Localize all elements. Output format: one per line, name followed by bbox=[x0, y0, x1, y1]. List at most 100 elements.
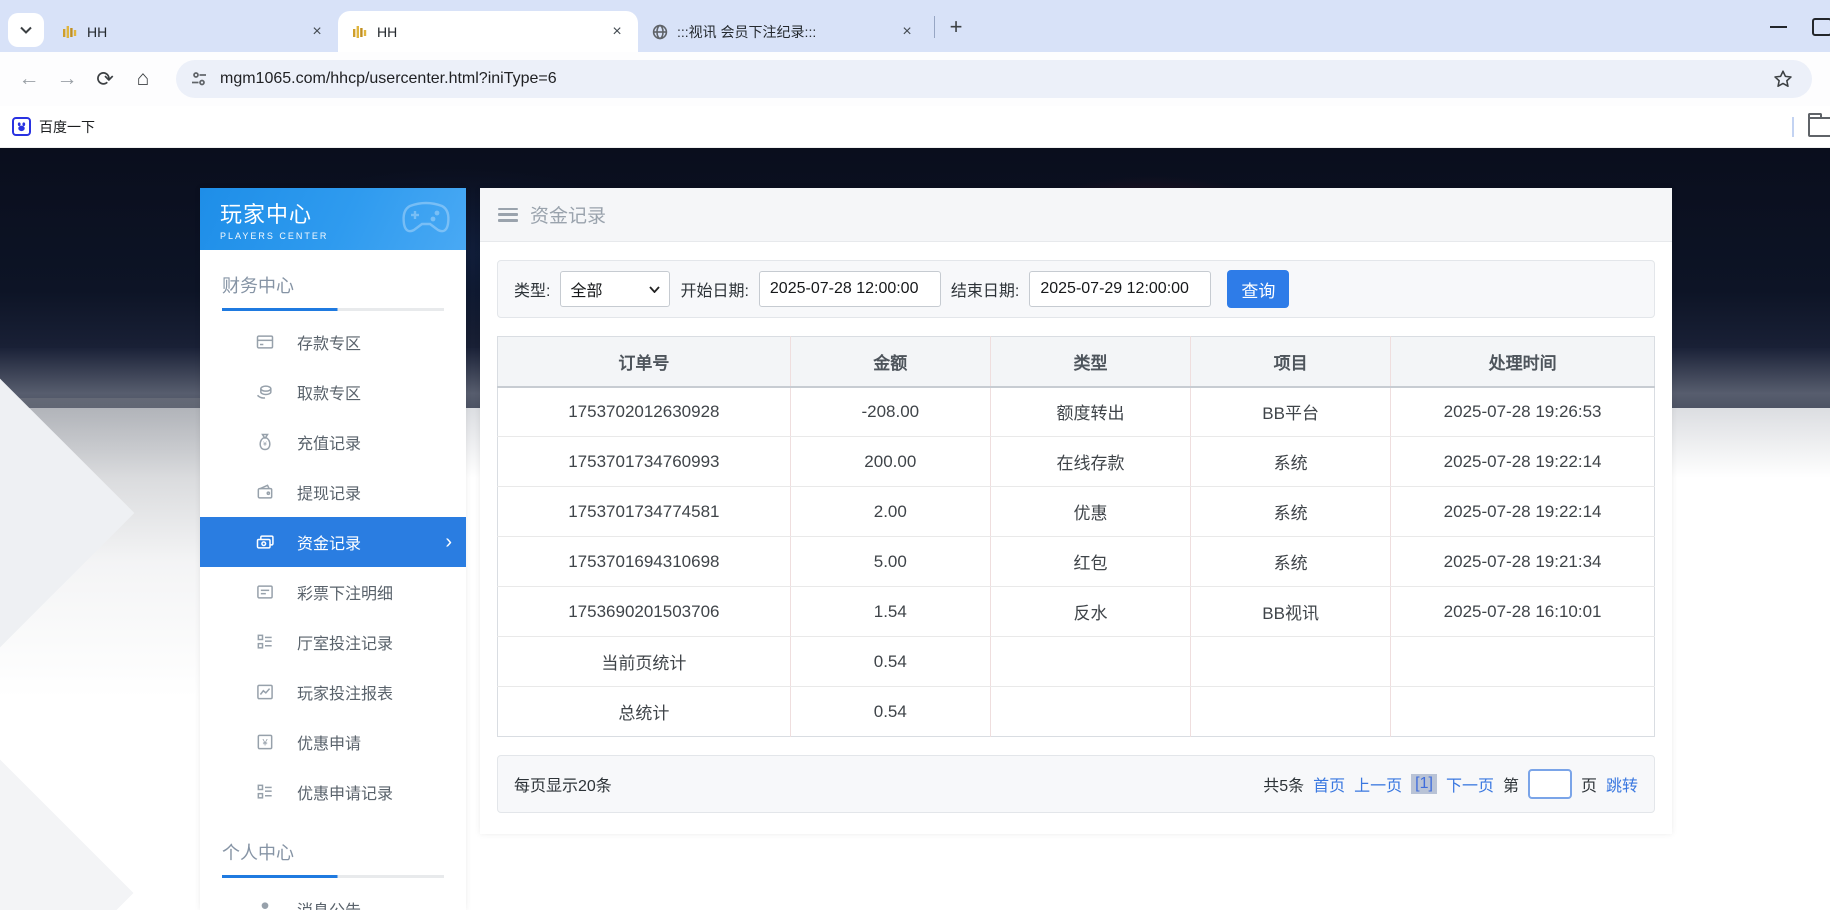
sidebar-item-deposit[interactable]: 存款专区 bbox=[200, 317, 466, 367]
chevron-right-icon: › bbox=[445, 531, 452, 554]
sidebar-item-label: 优惠申请记录 bbox=[297, 780, 393, 804]
tab-title: HH bbox=[87, 24, 297, 40]
cell-type: 反水 bbox=[990, 587, 1190, 637]
reload-button[interactable]: ⟳ bbox=[86, 60, 124, 98]
summary-label: 总统计 bbox=[498, 687, 791, 737]
col-type: 类型 bbox=[990, 337, 1190, 387]
decor-triangle bbox=[0, 745, 133, 910]
table-row: 1753701734760993 200.00 在线存款 系统 2025-07-… bbox=[498, 437, 1655, 487]
tab-video-records[interactable]: :::视讯 会员下注纪录::: × bbox=[638, 11, 928, 52]
sidebar-item-promo-apply[interactable]: ¥ 优惠申请 bbox=[200, 717, 466, 767]
forward-button[interactable]: → bbox=[48, 60, 86, 98]
sidebar-item-hall-bets[interactable]: 厅室投注记录 bbox=[200, 617, 466, 667]
promo-icon: ¥ bbox=[255, 732, 275, 752]
new-tab-button[interactable]: + bbox=[941, 12, 971, 42]
first-page-link[interactable]: 首页 bbox=[1313, 772, 1345, 796]
sidebar-item-withdraw[interactable]: 取款专区 bbox=[200, 367, 466, 417]
wallet-icon bbox=[255, 482, 275, 502]
sidebar-item-cashout-records[interactable]: 提现记录 bbox=[200, 467, 466, 517]
type-select[interactable]: 全部 bbox=[560, 271, 670, 307]
person-icon bbox=[255, 899, 275, 910]
sidebar-item-label: 厅室投注记录 bbox=[297, 630, 393, 654]
url-bar[interactable]: mgm1065.com/hhcp/usercenter.html?iniType… bbox=[176, 60, 1812, 98]
bookmarks-bar: 百度一下 bbox=[0, 106, 1830, 148]
jump-button[interactable]: 跳转 bbox=[1606, 772, 1638, 796]
deposit-icon bbox=[255, 332, 275, 352]
sidebar-item-messages[interactable]: 消息公告 bbox=[200, 884, 466, 910]
total-count: 共5条 bbox=[1263, 772, 1304, 796]
start-date-input[interactable] bbox=[759, 271, 941, 307]
cell-type: 红包 bbox=[990, 537, 1190, 587]
bookmarks-divider bbox=[1792, 117, 1794, 137]
page-size-text: 每页显示20条 bbox=[514, 772, 612, 796]
minimize-button[interactable] bbox=[1756, 11, 1802, 41]
cell-amount: 5.00 bbox=[790, 537, 990, 587]
sidebar-item-label: 消息公告 bbox=[297, 897, 361, 910]
gold-site-favicon bbox=[352, 24, 368, 40]
cell-amount: -208.00 bbox=[790, 387, 990, 437]
search-button[interactable]: 查询 bbox=[1227, 270, 1289, 308]
sidebar-item-funds-records[interactable]: 资金记录 › bbox=[200, 517, 466, 567]
sidebar-item-player-report[interactable]: 玩家投注报表 bbox=[200, 667, 466, 717]
tab-search-button[interactable] bbox=[8, 13, 44, 47]
cell-amount: 1.54 bbox=[790, 587, 990, 637]
banknotes-icon bbox=[255, 532, 275, 552]
tab-close-icon[interactable]: × bbox=[306, 21, 328, 43]
cell-type: 在线存款 bbox=[990, 437, 1190, 487]
table-row: 1753701734774581 2.00 优惠 系统 2025-07-28 1… bbox=[498, 487, 1655, 537]
list-icon bbox=[255, 632, 275, 652]
end-date-label: 结束日期: bbox=[951, 277, 1019, 301]
browser-window: HH × HH × :::视讯 会员下注纪录::: × + ← → ⟳ ⌂ mg… bbox=[0, 0, 1830, 910]
section-underline bbox=[222, 875, 444, 878]
cell-time: 2025-07-28 16:10:01 bbox=[1391, 587, 1655, 637]
sidebar-item-label: 资金记录 bbox=[297, 530, 361, 554]
bookmark-baidu[interactable]: 百度一下 bbox=[12, 117, 95, 137]
table-header-row: 订单号 金额 类型 项目 处理时间 bbox=[498, 337, 1655, 387]
table-row: 1753690201503706 1.54 反水 BB视讯 2025-07-28… bbox=[498, 587, 1655, 637]
other-bookmarks-folder-icon[interactable] bbox=[1808, 117, 1830, 137]
sidebar-item-label: 充值记录 bbox=[297, 430, 361, 454]
cell-type: 额度转出 bbox=[990, 387, 1190, 437]
summary-amount: 0.54 bbox=[790, 637, 990, 687]
sidebar-item-recharge-records[interactable]: ¥ 充值记录 bbox=[200, 417, 466, 467]
section-title-finance: 财务中心 bbox=[200, 250, 466, 308]
site-settings-icon[interactable] bbox=[190, 70, 208, 88]
next-page-link[interactable]: 下一页 bbox=[1446, 772, 1494, 796]
tab-close-icon[interactable]: × bbox=[606, 21, 628, 43]
tab-hh-1[interactable]: HH × bbox=[48, 11, 338, 52]
gamepad-icon bbox=[400, 198, 452, 236]
page-jump-input[interactable] bbox=[1528, 769, 1572, 799]
home-button[interactable]: ⌂ bbox=[124, 60, 162, 98]
summary-amount: 0.54 bbox=[790, 687, 990, 737]
cell-time: 2025-07-28 19:26:53 bbox=[1391, 387, 1655, 437]
cell-order: 1753701734760993 bbox=[498, 437, 791, 487]
cell-type: 优惠 bbox=[990, 487, 1190, 537]
tab-hh-2-active[interactable]: HH × bbox=[338, 11, 638, 52]
type-select-value: 全部 bbox=[570, 277, 602, 301]
page-title: 资金记录 bbox=[530, 201, 606, 228]
bookmarks-bar-right bbox=[1792, 117, 1818, 137]
end-date-input[interactable] bbox=[1029, 271, 1211, 307]
tab-close-icon[interactable]: × bbox=[896, 21, 918, 43]
player-center-sidebar: 玩家中心 PLAYERS CENTER 财务中心 存款专区 取款专区 ¥ 充值记… bbox=[200, 188, 466, 910]
summary-row-total: 总统计 0.54 bbox=[498, 687, 1655, 737]
sidebar-item-lottery-bets[interactable]: 彩票下注明细 bbox=[200, 567, 466, 617]
funds-records-panel: 资金记录 类型: 全部 开始日期: 结束日期: 查询 bbox=[480, 188, 1672, 834]
prev-page-link[interactable]: 上一页 bbox=[1354, 772, 1402, 796]
tab-title: :::视讯 会员下注纪录::: bbox=[677, 22, 887, 42]
chevron-down-icon bbox=[649, 286, 660, 293]
sidebar-item-promo-records[interactable]: 优惠申请记录 bbox=[200, 767, 466, 817]
list-icon bbox=[255, 782, 275, 802]
sidebar-logo: 玩家中心 PLAYERS CENTER bbox=[200, 188, 466, 250]
browser-toolbar: ← → ⟳ ⌂ mgm1065.com/hhcp/usercenter.html… bbox=[0, 52, 1830, 106]
menu-toggle-icon[interactable] bbox=[498, 208, 518, 222]
maximize-button[interactable] bbox=[1802, 11, 1830, 41]
back-button[interactable]: ← bbox=[10, 60, 48, 98]
filter-bar: 类型: 全部 开始日期: 结束日期: 查询 bbox=[497, 260, 1655, 318]
cell-project: 系统 bbox=[1191, 487, 1391, 537]
bookmark-star-icon[interactable] bbox=[1772, 66, 1798, 92]
moneybag-icon: ¥ bbox=[255, 432, 275, 452]
chart-icon bbox=[255, 682, 275, 702]
sidebar-item-label: 玩家投注报表 bbox=[297, 680, 393, 704]
summary-row-page: 当前页统计 0.54 bbox=[498, 637, 1655, 687]
